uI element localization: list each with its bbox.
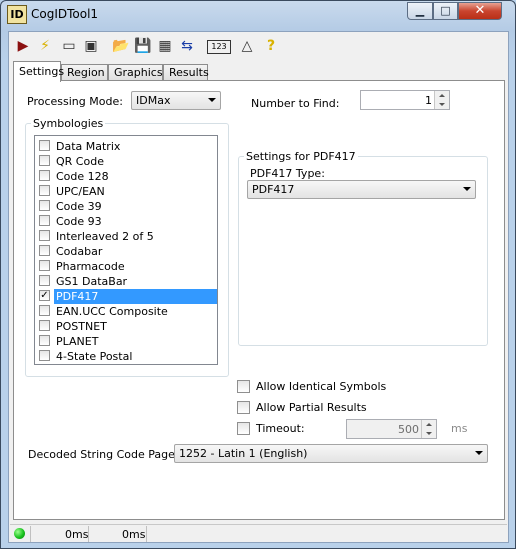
list-item[interactable]: 4-State Postal — [37, 349, 215, 364]
list-item[interactable]: Pharmacode — [37, 259, 215, 274]
code-page-value: 1252 - Latin 1 (English) — [179, 447, 308, 460]
symbologies-list[interactable]: Data Matrix QR Code Code 128 UPC/EAN Cod… — [34, 135, 218, 365]
checkbox[interactable] — [39, 320, 50, 331]
counter-icon[interactable]: 123 — [207, 40, 231, 54]
checkbox-checked[interactable]: ✓ — [39, 290, 50, 301]
list-item[interactable]: POSTNET — [37, 319, 215, 334]
toolbar: ▶ ⚡ ▭ ▣ 📂 💾 ▦ ⇆ 123 △ ? — [9, 32, 508, 59]
help-icon[interactable]: ? — [261, 36, 281, 56]
checkbox[interactable] — [39, 230, 50, 241]
list-item[interactable]: QR Code — [37, 154, 215, 169]
symbologies-group-title: Symbologies — [31, 117, 106, 130]
checkbox[interactable] — [237, 380, 250, 393]
code-page-select[interactable]: 1252 - Latin 1 (English) — [174, 444, 488, 463]
main-window: ID CogIDTool1 ▁ □ ✕ ▶ ⚡ ▭ ▣ 📂 💾 ▦ ⇆ 123 … — [0, 0, 516, 549]
app-id-icon: ID — [7, 5, 27, 24]
tab-results[interactable]: Results — [163, 64, 209, 81]
tab-graphics[interactable]: Graphics — [108, 64, 163, 81]
checkbox[interactable] — [39, 140, 50, 151]
checkbox[interactable] — [39, 275, 50, 286]
tab-settings[interactable]: Settings — [13, 61, 64, 82]
checkbox[interactable] — [39, 215, 50, 226]
number-to-find-value: 1 — [425, 94, 432, 107]
checkbox[interactable] — [39, 185, 50, 196]
list-item[interactable]: UPC/EAN — [37, 184, 215, 199]
spin-up-icon[interactable] — [422, 420, 436, 429]
close-button[interactable]: ✕ — [458, 2, 502, 20]
tab-region[interactable]: Region — [61, 64, 108, 81]
chevron-down-icon — [208, 98, 216, 102]
pdf417-type-value: PDF417 — [252, 183, 295, 196]
checkbox[interactable] — [39, 335, 50, 346]
window-title: CogIDTool1 — [31, 7, 99, 21]
list-item[interactable]: Code 39 — [37, 199, 215, 214]
list-item[interactable]: Code 128 — [37, 169, 215, 184]
spin-down-icon[interactable] — [422, 429, 436, 438]
timeout-unit: ms — [451, 422, 468, 435]
number-to-find-stepper[interactable]: 1 — [360, 90, 450, 110]
checkbox[interactable] — [39, 200, 50, 211]
divider — [146, 526, 147, 542]
status-bar: 0ms 0ms — [10, 524, 507, 543]
status-time-1: 0ms — [65, 528, 89, 541]
run-icon[interactable]: ▶ — [13, 36, 33, 56]
save-icon[interactable]: 💾 — [133, 36, 153, 56]
checkbox[interactable] — [39, 305, 50, 316]
status-led-icon — [14, 528, 25, 539]
camera-icon[interactable]: ▭ — [59, 36, 79, 56]
list-item-selected[interactable]: ✓ PDF417 — [37, 289, 217, 304]
list-item[interactable]: Code 93 — [37, 214, 215, 229]
stepper-buttons — [434, 91, 449, 109]
list-item[interactable]: Codabar — [37, 244, 215, 259]
spin-down-icon[interactable] — [435, 100, 449, 109]
list-item[interactable]: Data Matrix — [37, 139, 215, 154]
spin-up-icon[interactable] — [435, 91, 449, 100]
maximize-button[interactable]: □ — [433, 2, 458, 20]
list-item[interactable]: GS1 DataBar — [37, 274, 215, 289]
pdf417-settings-title: Settings for PDF417 — [244, 150, 358, 163]
checkbox[interactable] — [39, 260, 50, 271]
divider — [30, 526, 31, 542]
import-icon[interactable]: ⇆ — [177, 36, 197, 56]
processing-mode-value: IDMax — [136, 94, 171, 107]
processing-mode-select[interactable]: IDMax — [131, 91, 221, 110]
measure-icon[interactable]: △ — [237, 36, 257, 56]
checkbox[interactable] — [39, 245, 50, 256]
checkbox[interactable] — [237, 401, 250, 414]
open-folder-icon[interactable]: 📂 — [111, 36, 131, 56]
checkbox[interactable] — [39, 350, 50, 361]
status-time-2: 0ms — [122, 528, 146, 541]
timeout-value: 500 — [398, 423, 419, 436]
title-bar[interactable]: ID CogIDTool1 ▁ □ ✕ — [1, 1, 515, 27]
pdf417-type-label: PDF417 Type: — [250, 167, 325, 180]
chevron-down-icon — [463, 187, 471, 191]
image-nav-icon[interactable]: ▣ — [81, 36, 101, 56]
pdf417-type-select[interactable]: PDF417 — [247, 180, 476, 199]
timeout-stepper[interactable]: 500 — [346, 419, 437, 439]
settings-panel: Processing Mode: IDMax Number to Find: 1… — [13, 80, 505, 520]
divider — [88, 526, 89, 542]
checkbox[interactable] — [39, 155, 50, 166]
grid-icon[interactable]: ▦ — [155, 36, 175, 56]
checkbox[interactable] — [39, 170, 50, 181]
number-to-find-label: Number to Find: — [251, 97, 340, 110]
list-item[interactable]: PLANET — [37, 334, 215, 349]
client-area: ▶ ⚡ ▭ ▣ 📂 💾 ▦ ⇆ 123 △ ? Settings Region … — [8, 31, 509, 543]
processing-mode-label: Processing Mode: — [27, 95, 123, 108]
lightning-icon[interactable]: ⚡ — [35, 36, 55, 56]
list-item[interactable]: Interleaved 2 of 5 — [37, 229, 215, 244]
list-item[interactable]: EAN.UCC Composite — [37, 304, 215, 319]
code-page-label: Decoded String Code Page: — [28, 448, 179, 461]
checkbox[interactable] — [237, 422, 250, 435]
stepper-buttons — [421, 420, 436, 438]
chevron-down-icon — [475, 451, 483, 455]
minimize-button[interactable]: ▁ — [407, 2, 433, 20]
